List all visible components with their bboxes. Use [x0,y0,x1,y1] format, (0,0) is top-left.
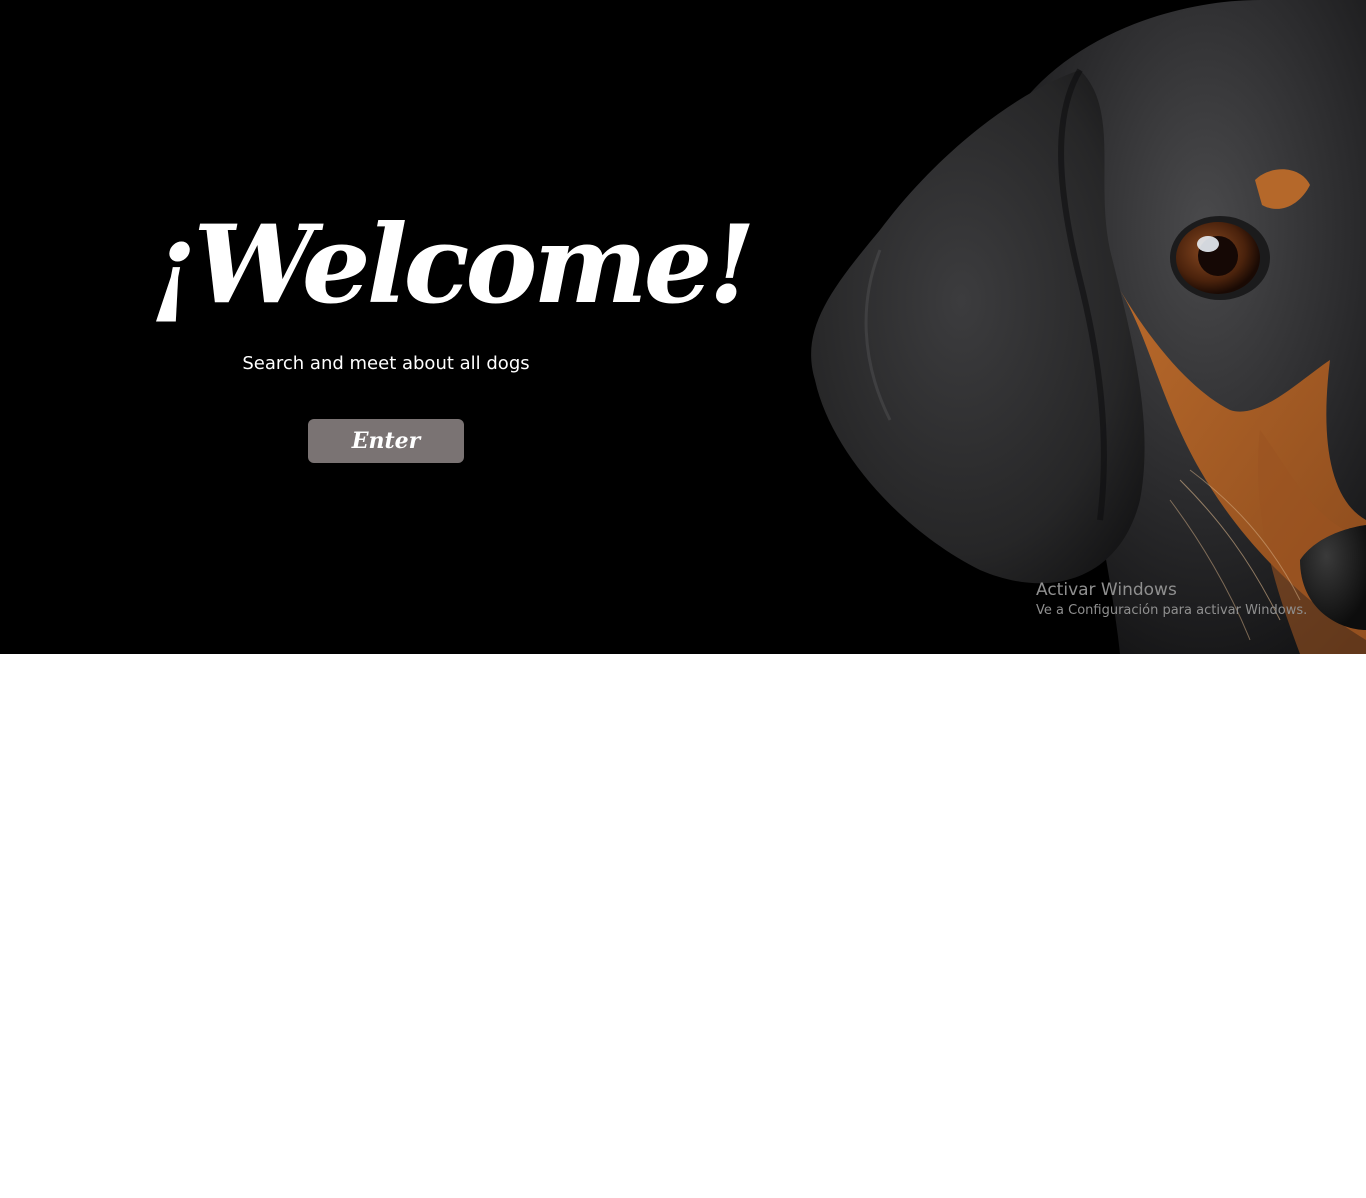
windows-activation-watermark: Activar Windows Ve a Configuración para … [1036,579,1336,621]
landing-hero: ¡Welcome! Search and meet about all dogs… [0,0,1366,654]
welcome-block: ¡Welcome! Search and meet about all dogs [150,200,756,376]
enter-button[interactable]: Enter [308,419,464,463]
blank-page-area [0,654,1366,1198]
activation-title: Activar Windows [1036,580,1177,600]
welcome-title: ¡Welcome! [150,202,756,328]
welcome-subtitle: Search and meet about all dogs [242,353,530,374]
activation-subtitle: Ve a Configuración para activar Windows. [1036,603,1308,618]
